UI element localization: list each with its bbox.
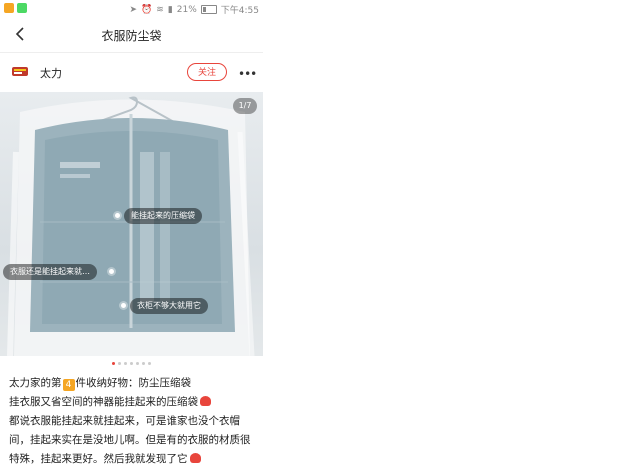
post-paragraph-text: 都说衣服能挂起来就挂起来，可是谁家也没个衣帽间，挂起来实在是没地儿啊。但是有的衣… [9, 415, 251, 465]
carousel-dot [124, 362, 127, 365]
post-body: 太力家的第 4 件收纳好物：防尘压缩袋 挂衣服又省空间的神器能挂起来的压缩袋 都说衣… [9, 374, 257, 466]
post-subtitle-line: 挂衣服又省空间的神器能挂起来的压缩袋 [9, 393, 257, 412]
carousel-dot [130, 362, 133, 365]
post-subtitle-text: 挂衣服又省空间的神器能挂起来的压缩袋 [9, 396, 198, 408]
product-tag[interactable]: 能挂起来的压缩袋 [124, 208, 202, 224]
post-paragraph: 都说衣服能挂起来就挂起来，可是谁家也没个衣帽间，挂起来实在是没地儿啊。但是有的衣… [9, 412, 257, 466]
signal-icon: ▮ [167, 4, 173, 15]
status-app-icons [4, 3, 27, 13]
carousel-dot [118, 362, 121, 365]
status-bar: ➤ ⏰ ≋ ▮ 21% 下午4:55 [0, 0, 263, 18]
author-row: 太力 关注 ••• [0, 54, 263, 90]
image-carousel-indicator [0, 362, 263, 368]
product-tag[interactable]: 衣服还是能挂起来就… [3, 264, 97, 280]
post-image[interactable]: 1/7 能挂起来的压缩袋 衣服还是能挂起来就… 衣柜不够大就用它 [0, 92, 263, 356]
post-title-prefix: 太力家的第 [9, 377, 62, 389]
status-indicators: ➤ ⏰ ≋ ▮ 21% 下午4:55 [129, 3, 260, 17]
battery-icon [200, 5, 217, 14]
post-title-line: 太力家的第 4 件收纳好物：防尘压缩袋 [9, 374, 257, 393]
location-icon: ➤ [129, 4, 138, 15]
more-options-icon[interactable]: ••• [238, 67, 257, 81]
tag-anchor-dot[interactable] [121, 303, 126, 308]
status-time: 下午4:55 [220, 6, 259, 16]
drum-emoji-icon [200, 396, 211, 406]
post-title-suffix: 件收纳好物：防尘压缩袋 [75, 377, 192, 389]
phone-screen: ➤ ⏰ ≋ ▮ 21% 下午4:55 衣服防尘袋 太力 关注 ••• 1/7 能… [0, 0, 263, 466]
notification-chat-icon [17, 3, 27, 13]
carousel-dot [112, 362, 115, 365]
tag-anchor-dot[interactable] [109, 269, 114, 274]
author-name[interactable]: 太力 [40, 65, 62, 81]
garment-bag-illustration [7, 96, 255, 356]
number-badge: 4 [62, 379, 75, 391]
notification-app-icon [4, 3, 14, 13]
avatar[interactable] [11, 64, 29, 78]
blank-area [263, 0, 639, 466]
carousel-dot [142, 362, 145, 365]
tag-anchor-dot[interactable] [115, 213, 120, 218]
follow-button[interactable]: 关注 [187, 63, 227, 81]
image-page-counter: 1/7 [233, 98, 257, 114]
alarm-icon: ⏰ [141, 4, 153, 15]
product-tag[interactable]: 衣柜不够大就用它 [130, 298, 208, 314]
top-navbar: 衣服防尘袋 [0, 18, 263, 53]
drum-emoji-icon [189, 453, 201, 463]
battery-percent: 21% [176, 4, 197, 15]
carousel-dot [148, 362, 151, 365]
wifi-icon: ≋ [156, 4, 164, 15]
page-title: 衣服防尘袋 [101, 29, 162, 43]
carousel-dot [136, 362, 139, 365]
